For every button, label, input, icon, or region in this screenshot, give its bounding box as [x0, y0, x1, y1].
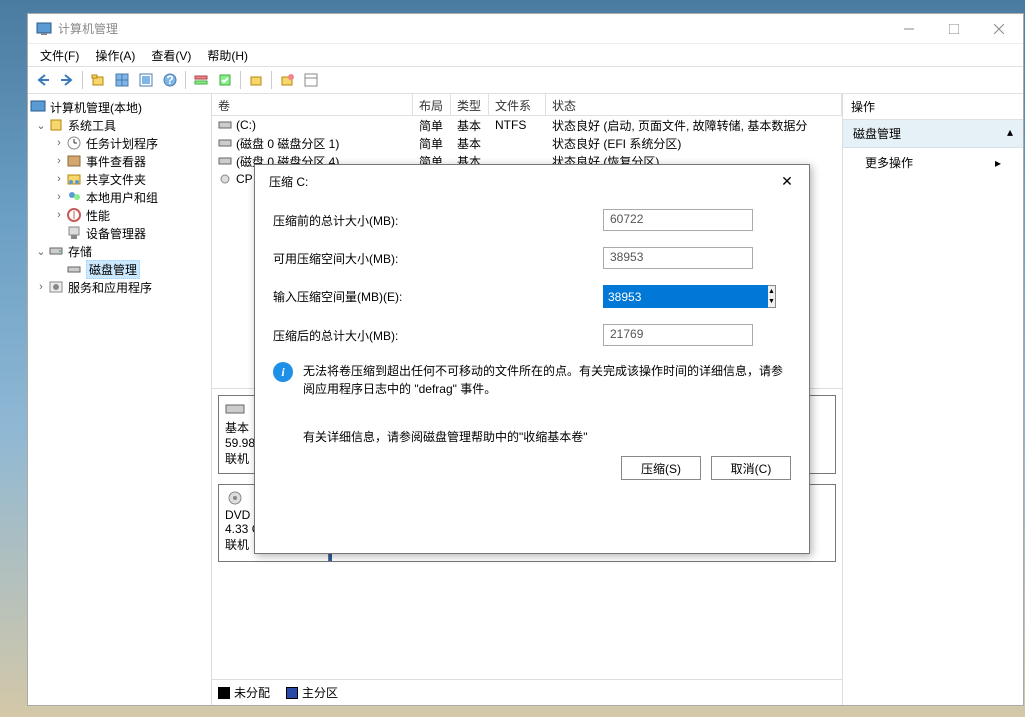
collapse-icon[interactable]: ⌄ [34, 245, 48, 258]
expand-icon[interactable]: › [52, 137, 66, 149]
dialog-titlebar[interactable]: 压缩 C: ✕ [255, 165, 809, 197]
menu-help[interactable]: 帮助(H) [199, 45, 256, 66]
actions-header: 操作 [843, 94, 1023, 120]
dialog-info-1: 无法将卷压缩到超出任何不可移动的文件所在的点。有关完成该操作时间的详细信息，请参… [303, 362, 791, 398]
label-shrink-amount: 输入压缩空间量(MB)(E): [273, 288, 603, 305]
menubar: 文件(F) 操作(A) 查看(V) 帮助(H) [28, 44, 1023, 66]
forward-button[interactable] [56, 69, 78, 91]
tree-performance[interactable]: 性能 [86, 207, 110, 224]
col-volume[interactable]: 卷 [212, 94, 413, 115]
expand-icon[interactable]: › [52, 155, 66, 167]
collapse-arrow-icon: ▴ [1007, 125, 1013, 142]
shrink-amount-spinbox[interactable]: ▲▼ [603, 285, 753, 308]
expand-icon[interactable]: › [52, 191, 66, 203]
tree-shared-folders[interactable]: 共享文件夹 [86, 171, 146, 188]
expand-icon[interactable]: › [34, 281, 48, 293]
tools-icon [48, 117, 64, 133]
dialog-info-2: 有关详细信息，请参阅磁盘管理帮助中的"收缩基本卷" [303, 428, 791, 446]
shrink-dialog: 压缩 C: ✕ 压缩前的总计大小(MB): 60722 可用压缩空间大小(MB)… [254, 164, 810, 554]
svg-text:?: ? [166, 73, 173, 87]
submenu-arrow-icon: ▸ [995, 156, 1001, 170]
storage-icon [48, 243, 64, 259]
toolbar-btn-7[interactable] [190, 69, 212, 91]
label-total-after: 压缩后的总计大小(MB): [273, 327, 603, 344]
shrink-button[interactable]: 压缩(S) [621, 456, 701, 480]
dialog-title: 压缩 C: [269, 173, 773, 190]
label-total-before: 压缩前的总计大小(MB): [273, 212, 603, 229]
col-layout[interactable]: 布局 [413, 94, 451, 115]
folder-shared-icon [66, 171, 82, 187]
toolbar-btn-10[interactable] [276, 69, 298, 91]
menu-file[interactable]: 文件(F) [32, 45, 87, 66]
toolbar: ? [28, 66, 1023, 94]
toolbar-btn-8[interactable] [214, 69, 236, 91]
cancel-button[interactable]: 取消(C) [711, 456, 791, 480]
label-available: 可用压缩空间大小(MB): [273, 250, 603, 267]
actions-more[interactable]: 更多操作▸ [843, 148, 1023, 177]
expand-icon[interactable]: › [52, 173, 66, 185]
col-status[interactable]: 状态 [546, 94, 842, 115]
clock-icon [66, 135, 82, 151]
collapse-icon[interactable]: ⌄ [34, 119, 48, 132]
tree-root[interactable]: 计算机管理(本地) [50, 99, 142, 116]
actions-panel: 操作 磁盘管理▴ 更多操作▸ [843, 94, 1023, 705]
actions-disk-mgmt[interactable]: 磁盘管理▴ [843, 120, 1023, 148]
toolbar-btn-3[interactable] [87, 69, 109, 91]
shrink-amount-input[interactable] [603, 285, 768, 308]
tree-panel: 计算机管理(本地) ⌄ 系统工具 › 任务计划程序 › 事件查看器 › 共享文件夹 › 本… [28, 94, 212, 705]
tree-device-manager[interactable]: 设备管理器 [86, 225, 146, 242]
expand-icon[interactable]: › [52, 209, 66, 221]
app-icon [36, 21, 52, 37]
menu-action[interactable]: 操作(A) [87, 45, 143, 66]
toolbar-btn-5[interactable] [135, 69, 157, 91]
close-button[interactable] [976, 14, 1021, 43]
legend: 未分配 主分区 [212, 679, 842, 705]
tree-services[interactable]: 服务和应用程序 [68, 279, 152, 296]
col-type[interactable]: 类型 [451, 94, 489, 115]
back-button[interactable] [32, 69, 54, 91]
toolbar-btn-11[interactable] [300, 69, 322, 91]
toolbar-btn-4[interactable] [111, 69, 133, 91]
tree-local-users[interactable]: 本地用户和组 [86, 189, 158, 206]
performance-icon [66, 207, 82, 223]
minimize-button[interactable] [886, 14, 931, 43]
services-icon [48, 279, 64, 295]
volume-row[interactable]: (磁盘 0 磁盘分区 1)简单基本状态良好 (EFI 系统分区) [212, 134, 842, 152]
field-available: 38953 [603, 247, 753, 269]
info-icon: i [273, 362, 293, 382]
event-icon [66, 153, 82, 169]
titlebar[interactable]: 计算机管理 [28, 14, 1023, 44]
tree-task-scheduler[interactable]: 任务计划程序 [86, 135, 158, 152]
window-title: 计算机管理 [58, 20, 886, 37]
maximize-button[interactable] [931, 14, 976, 43]
col-filesystem[interactable]: 文件系统 [489, 94, 546, 115]
users-icon [66, 189, 82, 205]
spin-up-button[interactable]: ▲ [768, 286, 775, 297]
tree-system-tools[interactable]: 系统工具 [68, 117, 116, 134]
spin-down-button[interactable]: ▼ [768, 297, 775, 308]
toolbar-btn-9[interactable] [245, 69, 267, 91]
tree-event-viewer[interactable]: 事件查看器 [86, 153, 146, 170]
volume-list-header: 卷 布局 类型 文件系统 状态 [212, 94, 842, 116]
computer-icon [30, 99, 46, 115]
device-icon [66, 225, 82, 241]
dialog-close-button[interactable]: ✕ [773, 169, 801, 193]
field-total-before: 60722 [603, 209, 753, 231]
disk-icon [66, 261, 82, 277]
tree-storage[interactable]: 存储 [68, 243, 92, 260]
tree-disk-management[interactable]: 磁盘管理 [86, 260, 140, 279]
help-icon[interactable]: ? [159, 69, 181, 91]
field-total-after: 21769 [603, 324, 753, 346]
legend-unallocated: 未分配 [218, 684, 270, 701]
legend-primary: 主分区 [286, 684, 338, 701]
volume-row[interactable]: (C:)简单基本NTFS状态良好 (启动, 页面文件, 故障转储, 基本数据分 [212, 116, 842, 134]
menu-view[interactable]: 查看(V) [143, 45, 199, 66]
